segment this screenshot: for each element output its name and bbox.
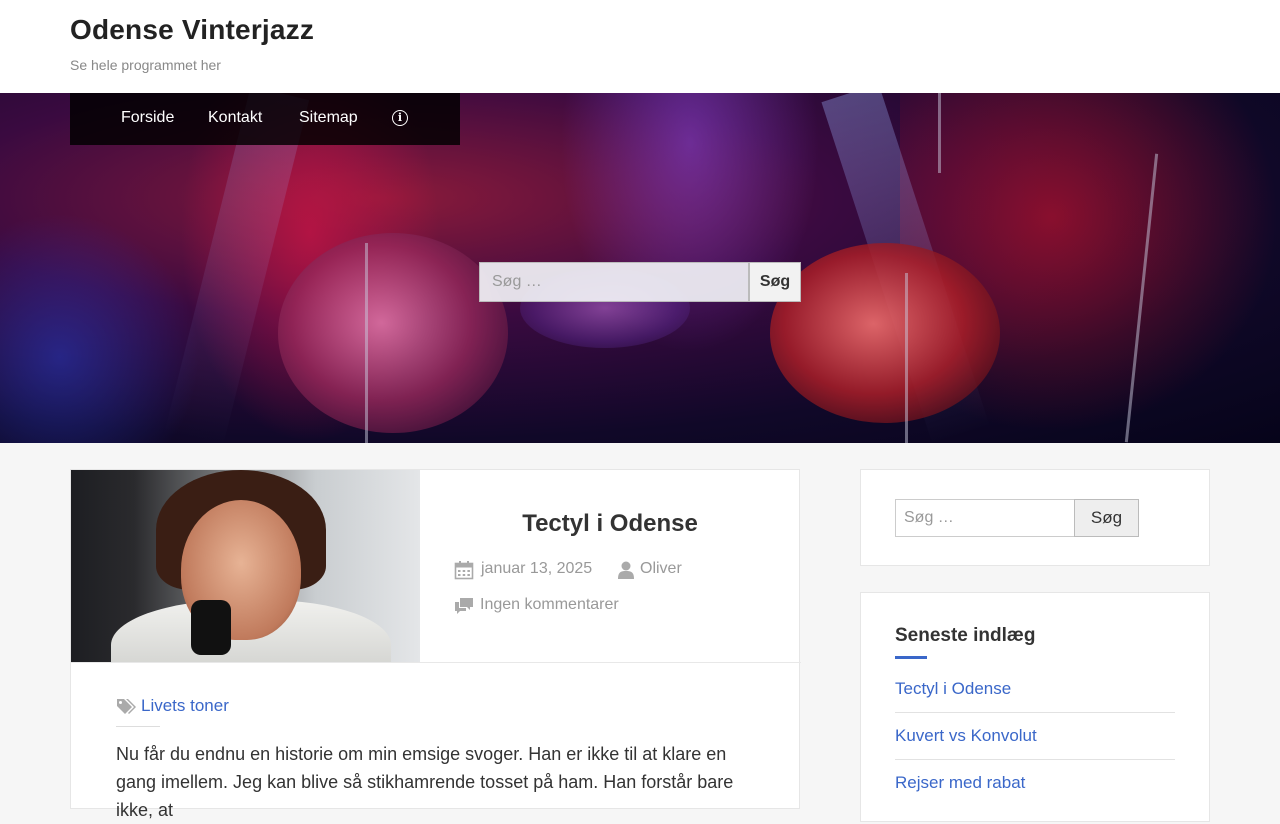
nav-item-forside[interactable]: Forside — [121, 109, 174, 127]
recent-post-link[interactable]: Rejser med rabat — [895, 773, 1175, 793]
post-card: Tectyl i Odense januar 13, 2025 Oliver I… — [70, 469, 801, 820]
nav-item-kontakt[interactable]: Kontakt — [208, 109, 262, 127]
site-title[interactable]: Odense Vinterjazz — [70, 14, 314, 46]
post-author[interactable]: Oliver — [640, 560, 682, 578]
hero-stand — [365, 243, 368, 443]
post-date[interactable]: januar 13, 2025 — [481, 560, 592, 578]
sidebar-search-widget: Søg — [860, 469, 1210, 566]
hero-cymbal — [770, 243, 1000, 423]
sidebar-recent-posts-widget: Seneste indlæg Tectyl i Odense Kuvert vs… — [860, 592, 1210, 822]
divider — [895, 759, 1175, 760]
hero-stand — [905, 273, 908, 443]
tags-icon — [117, 699, 136, 714]
nav-item-sitemap[interactable]: Sitemap — [299, 109, 358, 127]
comments-icon — [455, 598, 473, 614]
widget-title: Seneste indlæg — [895, 625, 1036, 646]
hero-search-input[interactable] — [479, 262, 749, 302]
post-category-link[interactable]: Livets toner — [141, 696, 229, 716]
post-comments[interactable]: Ingen kommentarer — [480, 596, 619, 614]
divider — [71, 662, 801, 663]
divider — [116, 726, 160, 727]
info-circle-icon[interactable]: i — [392, 110, 408, 126]
hero-search-button[interactable]: Søg — [749, 262, 801, 302]
calendar-icon — [454, 561, 474, 580]
thumbnail-phone — [191, 600, 231, 655]
site-description: Se hele programmet her — [70, 57, 221, 73]
user-icon — [618, 561, 634, 579]
sidebar-search-input[interactable] — [895, 499, 1075, 537]
hero-cymbal — [278, 233, 508, 433]
post-excerpt: Nu får du endnu en historie om min emsig… — [116, 744, 734, 820]
recent-post-link[interactable]: Kuvert vs Konvolut — [895, 726, 1175, 746]
post-title[interactable]: Tectyl i Odense — [420, 510, 800, 538]
widget-title-underline — [895, 656, 927, 659]
main-nav: Forside Kontakt Sitemap i — [70, 93, 460, 145]
divider — [895, 712, 1175, 713]
site-header: Odense Vinterjazz Se hele programmet her — [0, 0, 1280, 93]
sidebar-search-button[interactable]: Søg — [1074, 499, 1139, 537]
recent-post-link[interactable]: Tectyl i Odense — [895, 679, 1175, 699]
post-thumbnail[interactable] — [71, 470, 420, 663]
hero-stand — [938, 93, 941, 173]
